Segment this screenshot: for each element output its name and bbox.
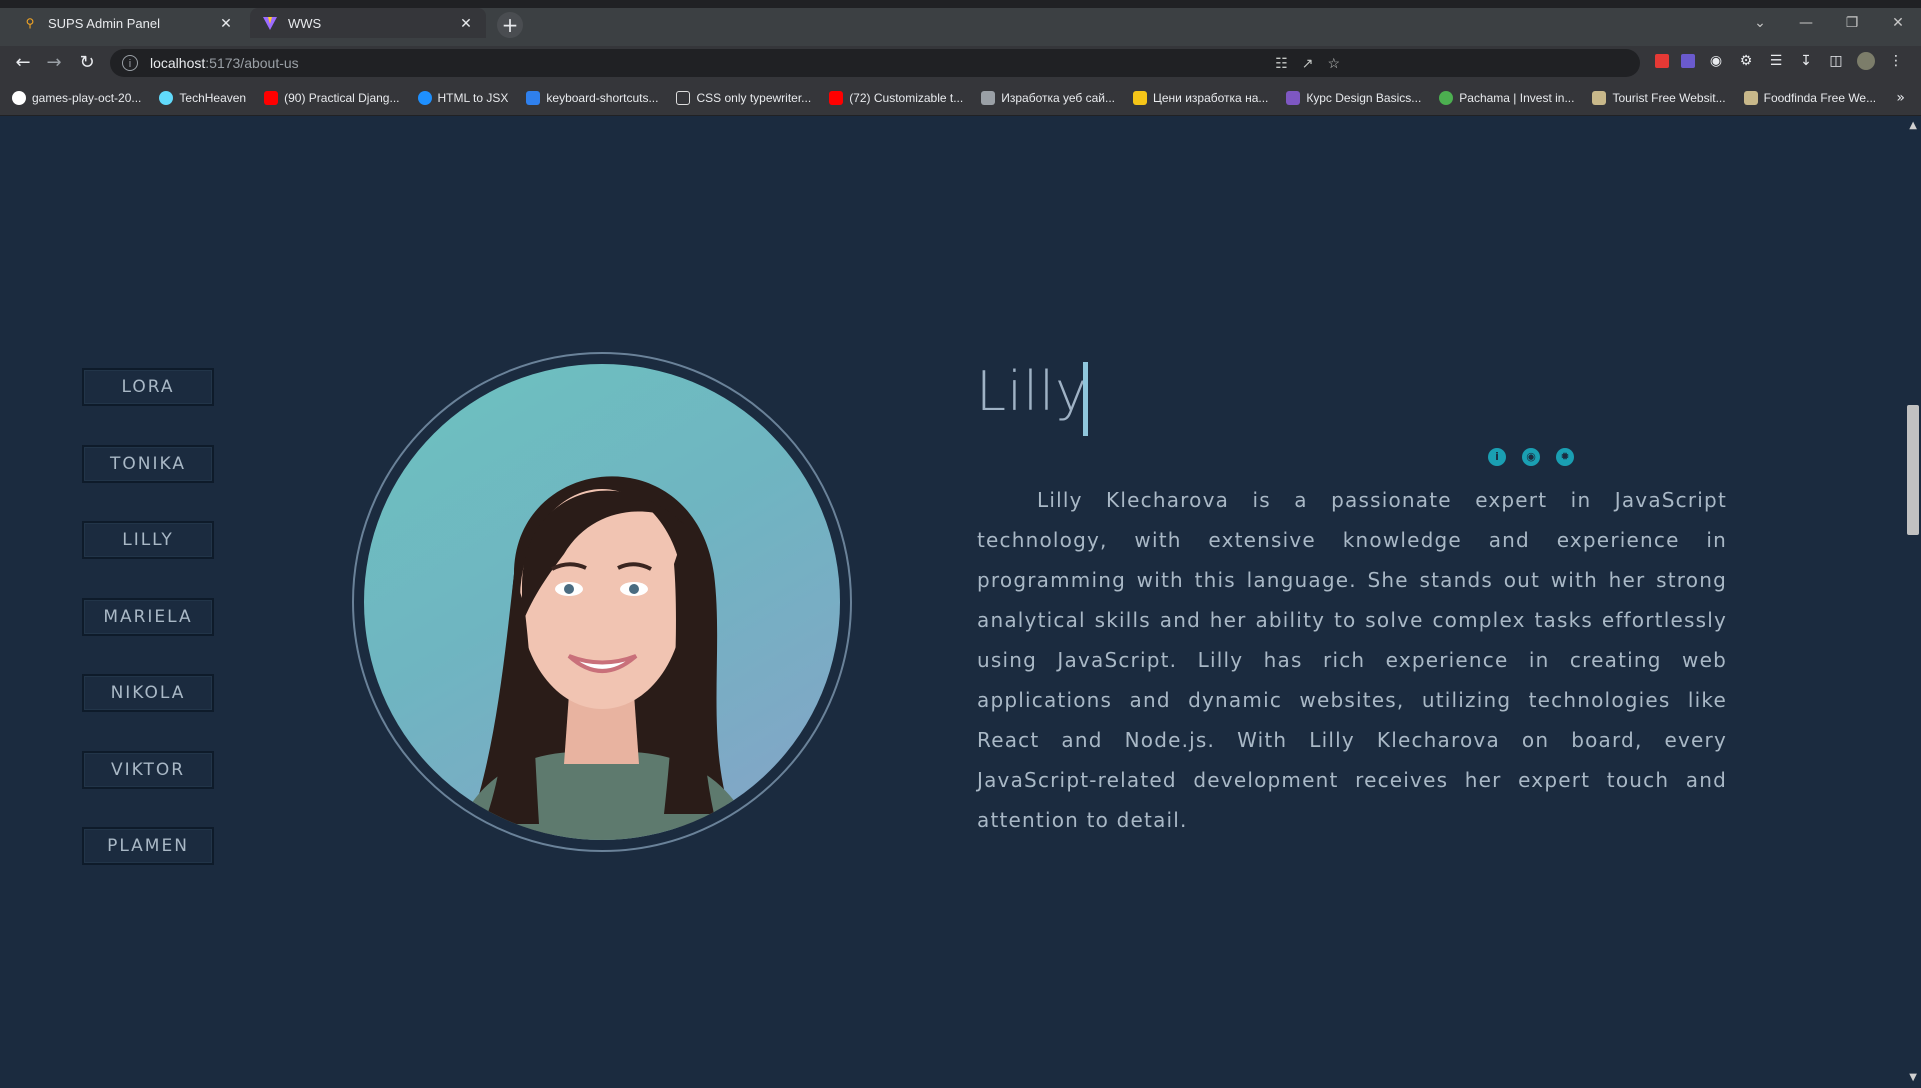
restore-button[interactable]: ❐	[1829, 8, 1875, 38]
scroll-down-arrow-icon[interactable]: ▼	[1909, 1072, 1917, 1083]
bookmark-item[interactable]: games-play-oct-20...	[12, 90, 142, 105]
bookmark-label: Цени изработка на...	[1153, 90, 1269, 105]
browser-toolbar: ← → ↻ i localhost:5173/about-us ☷ ↗ ☆ ◉ …	[0, 46, 1921, 80]
bookmark-label: CSS only typewriter...	[696, 90, 812, 105]
bookmark-label: Tourist Free Websit...	[1612, 90, 1726, 105]
bookmark-item[interactable]: Курс Design Basics...	[1286, 90, 1422, 105]
member-button-lora[interactable]: LORA	[82, 368, 214, 406]
profile-avatar-icon[interactable]	[1857, 52, 1875, 70]
member-button-viktor[interactable]: VIKTOR	[82, 750, 214, 789]
url-path: :5173/about-us	[205, 55, 299, 71]
bookmark-label: Изработка уеб сай...	[1001, 90, 1115, 105]
youtube-icon	[264, 90, 279, 105]
vite-favicon-icon	[262, 15, 278, 31]
reload-icon[interactable]: ↻	[76, 52, 98, 74]
react-icon	[159, 90, 174, 105]
youtube-icon	[829, 90, 844, 105]
extensions-puzzle-icon[interactable]: ⚙	[1737, 52, 1755, 70]
browser-tab-bar: ⚲ SUPS Admin Panel ✕ WWS ✕ + ⌄ — ❐ ✕	[0, 0, 1921, 46]
scroll-up-arrow-icon[interactable]: ▲	[1909, 120, 1917, 131]
member-button-plamen[interactable]: PLAMEN	[82, 827, 214, 865]
close-tab-icon[interactable]: ✕	[218, 15, 234, 31]
forward-arrow-icon[interactable]: →	[43, 52, 65, 74]
bookmark-label: Pachama | Invest in...	[1459, 90, 1575, 105]
leaf-icon	[1439, 90, 1454, 105]
translate-icon[interactable]: ☷	[1275, 55, 1288, 72]
settings-badge-icon[interactable]: ✹	[1556, 448, 1574, 466]
bookmark-label: games-play-oct-20...	[32, 90, 142, 105]
folder-icon	[1592, 90, 1607, 105]
tab-wws[interactable]: WWS ✕	[250, 8, 486, 38]
bookmark-item[interactable]: Pachama | Invest in...	[1439, 90, 1575, 105]
tab-title: SUPS Admin Panel	[48, 15, 161, 31]
extensions-area: ◉ ⚙ ☰ ↧ ◫ ⋮	[1655, 52, 1905, 70]
graduation-cap-icon	[1286, 90, 1301, 105]
member-button-lilly[interactable]: LILLY	[82, 521, 214, 559]
bookmark-item[interactable]: TechHeaven	[159, 90, 247, 105]
menu-kebab-icon[interactable]: ⋮	[1887, 52, 1905, 70]
codepen-icon	[676, 90, 691, 105]
bookmark-label: keyboard-shortcuts...	[546, 90, 659, 105]
bookmark-item[interactable]: (72) Customizable t...	[829, 90, 964, 105]
bookmark-label: (72) Customizable t...	[849, 90, 964, 105]
reading-list-icon[interactable]: ☰	[1767, 52, 1785, 70]
tab-title: WWS	[288, 15, 322, 31]
close-window-button[interactable]: ✕	[1875, 8, 1921, 38]
scrollbar[interactable]	[1905, 117, 1921, 1088]
tab-sups-admin[interactable]: ⚲ SUPS Admin Panel ✕	[10, 8, 246, 38]
member-button-nikola[interactable]: NIKOLA	[82, 674, 214, 712]
github-icon	[12, 90, 26, 105]
scrollbar-thumb[interactable]	[1907, 405, 1919, 535]
site-icon	[981, 90, 996, 105]
back-arrow-icon[interactable]: ←	[12, 52, 34, 74]
bookmark-label: TechHeaven	[179, 90, 247, 105]
social-links: i ◉ ✹	[1488, 448, 1574, 466]
bookmark-item[interactable]: CSS only typewriter...	[676, 90, 812, 105]
side-panel-icon[interactable]: ◫	[1827, 52, 1845, 70]
bookmark-label: Foodfinda Free We...	[1763, 90, 1877, 105]
bookmark-label: Курс Design Basics...	[1306, 90, 1422, 105]
more-bookmarks-icon[interactable]: »	[1896, 90, 1905, 106]
bookmark-label: (90) Practical Djang...	[284, 90, 400, 105]
typing-cursor	[1083, 362, 1088, 436]
share-icon[interactable]: ↗	[1302, 55, 1314, 72]
new-tab-button[interactable]: +	[497, 12, 523, 38]
extension-red-icon[interactable]	[1655, 54, 1669, 68]
profile-photo	[364, 364, 840, 840]
bookmark-item[interactable]: Foodfinda Free We...	[1743, 90, 1877, 105]
member-button-mariela[interactable]: MARIELA	[82, 597, 214, 636]
folder-icon	[1743, 90, 1758, 105]
window-controls: ⌄ — ❐ ✕	[1737, 8, 1921, 38]
bookmarks-bar: games-play-oct-20... TechHeaven (90) Pra…	[0, 80, 1921, 116]
extension-circle-icon[interactable]: ◉	[1707, 52, 1725, 70]
close-tab-icon[interactable]: ✕	[458, 15, 474, 31]
member-bio: Lilly Klecharova is a passionate expert …	[977, 488, 1727, 832]
site-info-icon[interactable]: i	[122, 55, 138, 71]
bookmark-item[interactable]: keyboard-shortcuts...	[526, 90, 659, 105]
extension-purple-icon[interactable]	[1681, 54, 1695, 68]
search-favicon-icon: ⚲	[25, 16, 35, 30]
member-button-tonika[interactable]: TONIKA	[82, 444, 214, 483]
address-bar[interactable]: i localhost:5173/about-us ☷ ↗ ☆	[110, 49, 1640, 77]
bookmark-label: HTML to JSX	[437, 90, 509, 105]
member-list: LORA TONIKA LILLY MARIELA NIKOLA VIKTOR …	[82, 368, 214, 904]
tab-search-icon[interactable]: ⌄	[1737, 8, 1783, 38]
bookmark-item[interactable]: Tourist Free Websit...	[1592, 90, 1726, 105]
url-host: localhost	[150, 55, 206, 71]
download-icon[interactable]: ↧	[1797, 52, 1815, 70]
site-icon	[1133, 90, 1147, 105]
member-name-heading: Lilly	[976, 360, 1089, 423]
bookmark-item[interactable]: Цени изработка на...	[1133, 90, 1269, 105]
bookmark-star-icon[interactable]: ☆	[1327, 55, 1340, 72]
github-icon[interactable]: ◉	[1522, 448, 1540, 466]
bookmark-item[interactable]: Изработка уеб сай...	[981, 90, 1115, 105]
globe-icon	[417, 90, 432, 105]
vscode-icon	[526, 90, 541, 105]
info-icon[interactable]: i	[1488, 448, 1506, 466]
minimize-button[interactable]: —	[1783, 8, 1829, 38]
bookmark-item[interactable]: (90) Practical Djang...	[264, 90, 400, 105]
bookmark-item[interactable]: HTML to JSX	[417, 90, 509, 105]
